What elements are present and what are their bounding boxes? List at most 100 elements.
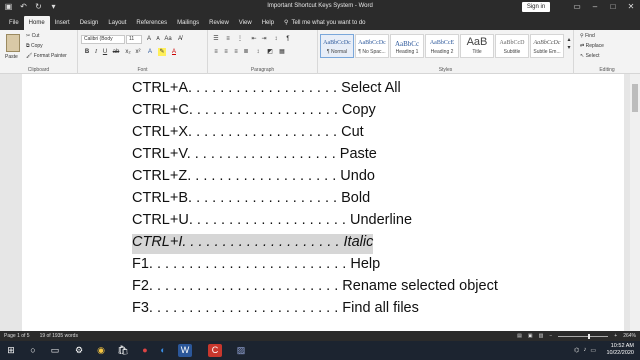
style-subtitle[interactable]: AaBbCcD Subtitle — [495, 34, 529, 58]
strikethrough-button[interactable]: ab — [112, 48, 120, 56]
minimize-icon[interactable]: – — [586, 0, 604, 14]
sign-in-button[interactable]: Sign in — [522, 2, 550, 12]
app-icon[interactable]: ● — [138, 344, 152, 357]
align-center-icon[interactable]: ≡ — [222, 48, 230, 56]
windows-start-icon[interactable]: ⊞ — [4, 344, 18, 357]
page-count[interactable]: Page 1 of 5 — [4, 331, 30, 341]
volume-icon[interactable]: ♪ — [583, 347, 586, 354]
tab-home[interactable]: Home — [23, 16, 50, 30]
style-subtle-emphasis[interactable]: AaBbCcDc Subtle Em... — [530, 34, 564, 58]
multilevel-list-icon[interactable]: ⋮ — [236, 35, 244, 43]
text-effects-icon[interactable]: A — [146, 48, 154, 56]
italic-button[interactable]: I — [92, 48, 100, 56]
select-button[interactable]: ↖ Select — [580, 53, 600, 59]
web-layout-icon[interactable]: ▥ — [539, 331, 544, 341]
word-count[interactable]: 19 of 1935 words — [40, 331, 78, 341]
ribbon-display-options-icon[interactable]: ▭ — [568, 0, 586, 14]
shading-icon[interactable]: ◩ — [266, 48, 274, 56]
tab-design[interactable]: Design — [75, 16, 104, 30]
decrease-indent-icon[interactable]: ⇤ — [250, 35, 258, 43]
tell-me-search[interactable]: ⚲ Tell me what you want to do — [279, 16, 370, 30]
find-button[interactable]: ⚲ Find — [580, 33, 595, 39]
tab-view[interactable]: View — [234, 16, 257, 30]
zoom-out-icon[interactable]: − — [549, 331, 552, 341]
chrome-icon[interactable]: ◉ — [94, 344, 108, 357]
replace-button[interactable]: ⇄ Replace — [580, 43, 604, 49]
style-heading-2[interactable]: AaBbCcE Heading 2 — [425, 34, 459, 58]
photos-icon[interactable]: ▨ — [234, 344, 248, 357]
numbering-icon[interactable]: ≡ — [224, 35, 232, 43]
increase-indent-icon[interactable]: ⇥ — [260, 35, 268, 43]
edge-icon[interactable]: ◐ — [156, 344, 170, 357]
tab-help[interactable]: Help — [257, 16, 279, 30]
tab-references[interactable]: References — [131, 16, 172, 30]
style-heading-1[interactable]: AaBbCc Heading 1 — [390, 34, 424, 58]
zoom-level[interactable]: 264% — [623, 331, 636, 341]
maximize-icon[interactable]: □ — [604, 0, 622, 14]
search-icon[interactable]: ○ — [26, 344, 40, 357]
show-formatting-icon[interactable]: ¶ — [284, 35, 292, 43]
font-size-dropdown[interactable]: 11 — [126, 35, 142, 44]
zoom-in-icon[interactable]: + — [614, 331, 617, 341]
shortcut-line[interactable]: CTRL+C. . . . . . . . . . . . . . . . . … — [132, 102, 376, 122]
shortcut-line[interactable]: CTRL+X. . . . . . . . . . . . . . . . . … — [132, 124, 364, 144]
shortcut-line[interactable]: CTRL+B. . . . . . . . . . . . . . . . . … — [132, 190, 370, 210]
store-icon[interactable]: 🛍 — [116, 344, 130, 357]
shortcut-line[interactable]: CTRL+V. . . . . . . . . . . . . . . . . … — [132, 146, 377, 166]
tab-review[interactable]: Review — [204, 16, 234, 30]
vertical-scrollbar[interactable] — [630, 74, 640, 331]
close-icon[interactable]: ✕ — [622, 0, 640, 14]
shortcut-line[interactable]: CTRL+U. . . . . . . . . . . . . . . . . … — [132, 212, 412, 232]
align-right-icon[interactable]: ≡ — [232, 48, 240, 56]
justify-icon[interactable]: ≣ — [242, 48, 250, 56]
styles-scroll-down-icon[interactable]: ▾ — [565, 44, 573, 52]
bullets-icon[interactable]: ☰ — [212, 35, 220, 43]
recording-app-icon[interactable]: C — [208, 344, 222, 357]
superscript-button[interactable]: x² — [134, 48, 142, 56]
shrink-font-icon[interactable]: A — [154, 35, 162, 43]
network-icon[interactable]: ⌬ — [574, 347, 579, 354]
tab-mailings[interactable]: Mailings — [172, 16, 204, 30]
shortcut-line[interactable]: CTRL+Z. . . . . . . . . . . . . . . . . … — [132, 168, 375, 188]
sort-icon[interactable]: ↕ — [272, 35, 280, 43]
format-painter-button[interactable]: 🖌 Format Painter — [26, 53, 67, 59]
scrollbar-thumb[interactable] — [632, 84, 638, 112]
shortcut-line[interactable]: F2. . . . . . . . . . . . . . . . . . . … — [132, 278, 498, 298]
shortcut-line-selected[interactable]: CTRL+I. . . . . . . . . . . . . . . . . … — [132, 234, 374, 254]
font-name-dropdown[interactable]: Calibri (Body — [81, 35, 125, 44]
tab-file[interactable]: File — [4, 16, 24, 30]
read-mode-icon[interactable]: ▤ — [517, 331, 522, 341]
print-layout-icon[interactable]: ▣ — [528, 331, 533, 341]
settings-icon[interactable]: ⚙ — [72, 344, 86, 357]
shortcut-line[interactable]: CTRL+A. . . . . . . . . . . . . . . . . … — [132, 80, 401, 100]
style-no-spacing[interactable]: AaBbCcDc ¶ No Spac... — [355, 34, 389, 58]
zoom-slider-knob[interactable] — [588, 333, 591, 339]
grow-font-icon[interactable]: A — [145, 35, 153, 43]
styles-scroll-up-icon[interactable]: ▴ — [565, 36, 573, 44]
style-normal[interactable]: AaBbCcDc ¶ Normal — [320, 34, 354, 58]
copy-button[interactable]: ⧉ Copy — [26, 43, 43, 49]
highlight-icon[interactable]: ✎ — [158, 48, 166, 56]
underline-button[interactable]: U — [101, 48, 109, 56]
change-case-icon[interactable]: Aa — [164, 35, 172, 43]
paste-button[interactable]: Paste — [5, 54, 18, 60]
line-spacing-icon[interactable]: ↕ — [254, 48, 262, 56]
style-title[interactable]: AaB Title — [460, 34, 494, 58]
clock[interactable]: 10:52 AM 10/22/2020 — [606, 343, 634, 357]
task-view-icon[interactable]: ▭ — [48, 344, 62, 357]
shortcut-line[interactable]: F1. . . . . . . . . . . . . . . . . . . … — [132, 256, 380, 276]
align-left-icon[interactable]: ≡ — [212, 48, 220, 56]
borders-icon[interactable]: ▦ — [278, 48, 286, 56]
tab-insert[interactable]: Insert — [50, 16, 75, 30]
bold-button[interactable]: B — [83, 48, 91, 56]
zoom-slider[interactable] — [558, 333, 609, 339]
battery-icon[interactable]: ▭ — [590, 347, 596, 354]
shortcut-line[interactable]: F3. . . . . . . . . . . . . . . . . . . … — [132, 300, 419, 320]
cut-button[interactable]: ✂ Cut — [26, 33, 39, 39]
document-page[interactable]: CTRL+A. . . . . . . . . . . . . . . . . … — [22, 74, 624, 331]
tab-layout[interactable]: Layout — [103, 16, 131, 30]
subscript-button[interactable]: x₂ — [124, 48, 132, 56]
clear-formatting-icon[interactable]: A̸ — [176, 35, 184, 43]
font-color-icon[interactable]: A — [170, 48, 178, 56]
paste-icon[interactable] — [6, 34, 20, 52]
